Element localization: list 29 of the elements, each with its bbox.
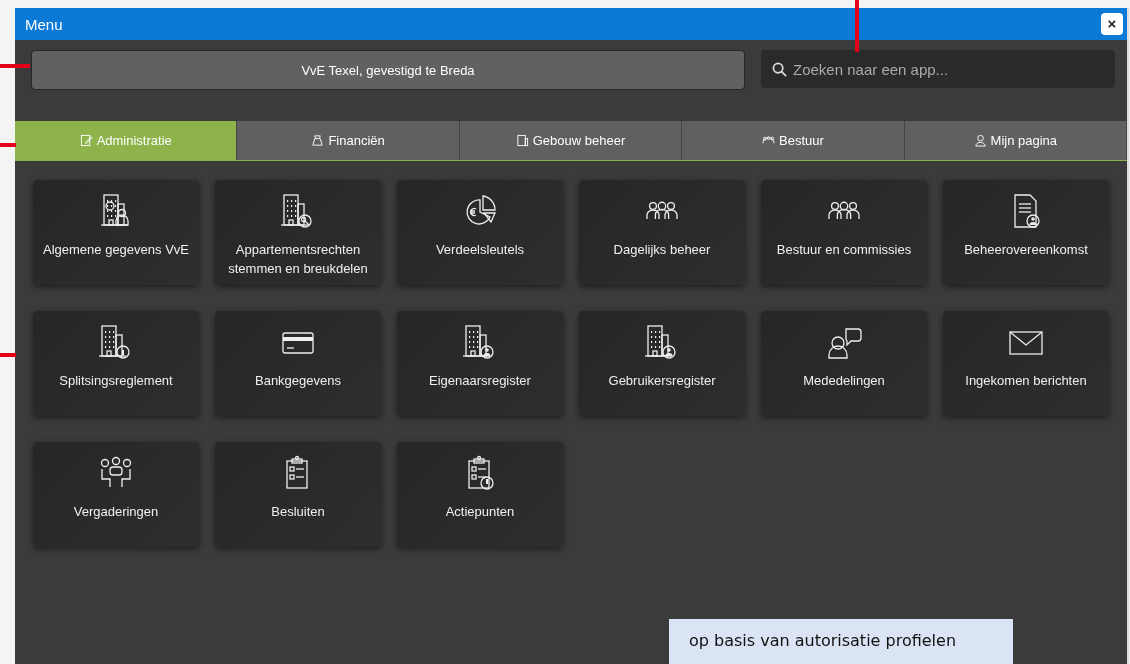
organization-button[interactable]: VvE Texel, gevestigd te Breda	[31, 50, 745, 90]
close-button[interactable]: ×	[1101, 13, 1123, 35]
category-tab[interactable]: Bestuur	[682, 121, 905, 160]
app-tile[interactable]: Mededelingen	[761, 311, 927, 416]
app-tile[interactable]: Dagelijks beheer	[579, 180, 745, 285]
app-tile[interactable]: Vergaderingen	[33, 442, 199, 547]
edit-icon	[79, 134, 93, 147]
app-tile[interactable]: Algemene gegevens VvE	[33, 180, 199, 285]
app-tile[interactable]: Eigenaarsregister	[397, 311, 563, 416]
app-tile[interactable]: Actiepunten	[397, 442, 563, 547]
app-tile[interactable]: Gebruikersregister	[579, 311, 745, 416]
app-tile[interactable]: Splitsingsreglement	[33, 311, 199, 416]
category-tab[interactable]: Financiën	[237, 121, 460, 160]
money-bag-icon	[311, 134, 325, 147]
app-tile[interactable]: Beheerovereenkomst	[943, 180, 1109, 285]
person-icon	[973, 134, 987, 147]
app-tile[interactable]: Bankgegevens	[215, 311, 381, 416]
category-tab[interactable]: Gebouw beheer	[459, 121, 683, 160]
window-title: Menu	[25, 15, 63, 33]
category-tab[interactable]: Mijn pagina	[904, 121, 1128, 160]
search-icon	[772, 62, 787, 77]
app-tile[interactable]: Appartementsrechten stemmen en breukdelen	[215, 180, 381, 285]
building-icon	[515, 134, 529, 147]
app-tile[interactable]: Bestuur en commissies	[761, 180, 927, 285]
app-tile[interactable]: Ingekomen berichten	[943, 311, 1109, 416]
app-tile[interactable]: Besluiten	[215, 442, 381, 547]
app-tile[interactable]: Verdeelsleutels	[397, 180, 563, 285]
search-field[interactable]: Zoeken naar een app...	[761, 50, 1115, 88]
callout-text: op basis van autorisatie profielen	[689, 631, 957, 650]
